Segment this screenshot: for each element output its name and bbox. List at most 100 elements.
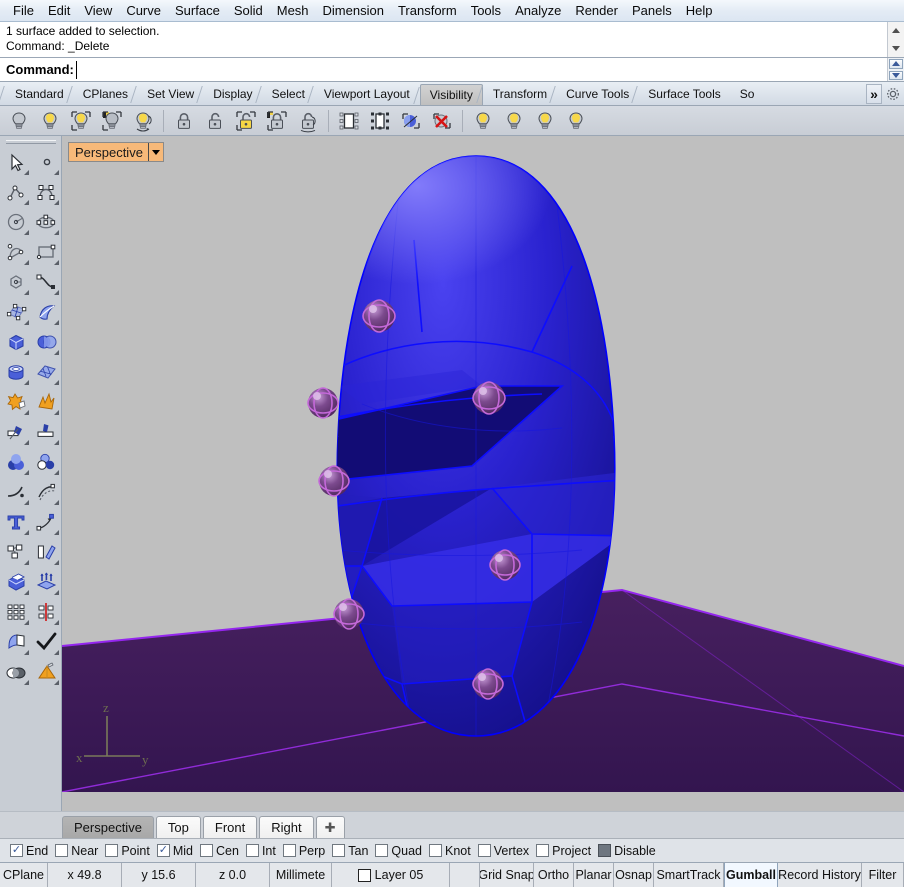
visibility-button-show-control-points[interactable] [396, 108, 426, 134]
palette-unroll-tool[interactable] [1, 627, 31, 657]
osnap-perp[interactable]: Perp [282, 844, 329, 858]
palette-shade-tool[interactable] [1, 657, 31, 687]
toolbar-tab-standard[interactable]: Standard [6, 84, 73, 105]
palette-boolean-difference-tool[interactable] [31, 447, 61, 477]
osnap-checkbox-cen[interactable] [200, 844, 213, 857]
status-toggle-smarttrack[interactable]: SmartTrack [654, 863, 724, 887]
osnap-cen[interactable]: Cen [200, 844, 243, 858]
toolbar-tab-curve-tools[interactable]: Curve Tools [557, 84, 638, 105]
palette-box-tool[interactable] [1, 327, 31, 357]
viewport-tab-top[interactable]: Top [155, 816, 201, 838]
palette-sphere-boolean-tool[interactable] [31, 327, 61, 357]
palette-blast-tool[interactable] [31, 387, 61, 417]
osnap-checkbox-point[interactable] [105, 844, 119, 857]
toolbar-tab-so[interactable]: So [731, 84, 755, 105]
visibility-button-lock-objects[interactable] [169, 108, 199, 134]
palette-check-tool[interactable] [31, 627, 61, 657]
status-toggle-ortho[interactable]: Ortho [534, 863, 574, 887]
toolbar-tab-visibility[interactable]: Visibility [419, 84, 483, 105]
menu-item-dimension[interactable]: Dimension [316, 1, 391, 21]
palette-select-tool[interactable] [1, 147, 31, 177]
osnap-checkbox-perp[interactable] [282, 844, 296, 857]
menu-item-help[interactable]: Help [679, 1, 720, 21]
osnap-quad[interactable]: Quad [375, 844, 426, 858]
status-toggle-record-history[interactable]: Record History [778, 863, 862, 887]
menu-item-panels[interactable]: Panels [625, 1, 679, 21]
menu-item-analyze[interactable]: Analyze [508, 1, 568, 21]
scroll-up-button[interactable] [888, 22, 904, 40]
command-history-scrollbar[interactable] [887, 22, 904, 57]
toolbar-tab-viewport-layout[interactable]: Viewport Layout [315, 84, 419, 105]
visibility-button-unlock-objects[interactable] [200, 108, 230, 134]
visibility-button-hide-objects[interactable] [4, 108, 34, 134]
osnap-checkbox-disable[interactable] [598, 844, 612, 857]
osnap-point[interactable]: Point [105, 844, 154, 858]
visibility-button-bulb-extra-2[interactable] [499, 108, 529, 134]
palette-text-tool[interactable] [1, 507, 31, 537]
visibility-button-hide-control-points[interactable] [427, 108, 457, 134]
command-line-spinner[interactable] [887, 58, 904, 81]
osnap-checkbox-vertex[interactable] [477, 844, 491, 857]
perspective-viewport[interactable]: Perspective z x y [62, 136, 904, 811]
palette-cylinder-tool[interactable] [1, 357, 31, 387]
osnap-checkbox-tan[interactable] [332, 844, 346, 857]
viewport-tab-perspective[interactable]: Perspective [62, 816, 154, 838]
menu-item-surface[interactable]: Surface [168, 1, 227, 21]
palette-split-tool[interactable] [31, 417, 61, 447]
command-history[interactable]: 1 surface added to selection. Command: _… [0, 22, 904, 58]
osnap-int[interactable]: Int [245, 844, 280, 858]
palette-cap-tool[interactable] [1, 567, 31, 597]
palette-arc-tool[interactable] [1, 237, 31, 267]
osnap-vertex[interactable]: Vertex [477, 844, 533, 858]
palette-free-form-curve-tool[interactable] [31, 267, 61, 297]
palette-curve-control-points-tool[interactable] [31, 177, 61, 207]
osnap-checkbox-project[interactable] [536, 844, 550, 857]
palette-point-tool[interactable] [31, 147, 61, 177]
menu-item-view[interactable]: View [77, 1, 119, 21]
palette-array-polar-tool[interactable] [31, 597, 61, 627]
command-spin-up-button[interactable] [889, 59, 903, 69]
palette-fillet-curve-tool[interactable] [1, 477, 31, 507]
status-toggle-gumball[interactable]: Gumball [724, 863, 778, 887]
status-toggle-grid-snap[interactable]: Grid Snap [480, 863, 534, 887]
status-toggle-osnap[interactable]: Osnap [614, 863, 654, 887]
palette-polygon-tool[interactable] [1, 267, 31, 297]
menu-item-tools[interactable]: Tools [464, 1, 508, 21]
menu-item-transform[interactable]: Transform [391, 1, 464, 21]
command-input[interactable] [75, 60, 904, 79]
palette-ellipse-tool[interactable] [31, 207, 61, 237]
osnap-mid[interactable]: ✓ Mid [156, 844, 197, 858]
toolbar-tab-select[interactable]: Select [263, 84, 314, 105]
viewport-tab-right[interactable]: Right [259, 816, 314, 838]
command-spin-down-button[interactable] [889, 70, 903, 80]
viewport-title-button[interactable]: Perspective [68, 142, 164, 162]
menu-item-edit[interactable]: Edit [41, 1, 77, 21]
visibility-button-hide-swap-toggle[interactable] [128, 108, 158, 134]
menu-item-mesh[interactable]: Mesh [270, 1, 316, 21]
toolbar-tab-set-view[interactable]: Set View [138, 84, 203, 105]
toolbar-tab-cplanes[interactable]: CPlanes [74, 84, 137, 105]
toolbar-tab-display[interactable]: Display [204, 84, 261, 105]
palette-surface-sweep-tool[interactable] [31, 297, 61, 327]
palette-mirror-tool[interactable] [31, 537, 61, 567]
palette-scale-tool[interactable] [31, 507, 61, 537]
scroll-down-button[interactable] [888, 39, 904, 57]
osnap-checkbox-quad[interactable] [375, 844, 389, 857]
visibility-button-lock-half[interactable] [262, 108, 292, 134]
visibility-button-lock-swap[interactable] [293, 108, 323, 134]
palette-trim-tool[interactable] [1, 417, 31, 447]
menu-item-render[interactable]: Render [568, 1, 625, 21]
osnap-disable[interactable]: Disable [598, 844, 660, 858]
palette-render-tool[interactable] [31, 657, 61, 687]
visibility-button-bulb-extra-4[interactable] [561, 108, 591, 134]
gear-icon[interactable] [884, 85, 902, 103]
menu-item-file[interactable]: File [6, 1, 41, 21]
chevron-down-icon[interactable] [147, 143, 163, 161]
viewport-tab-front[interactable]: Front [202, 816, 258, 838]
palette-boolean-union-tool[interactable] [1, 447, 31, 477]
osnap-knot[interactable]: Knot [429, 844, 475, 858]
visibility-button-isolate-objects[interactable] [334, 108, 364, 134]
toolbar-tab-transform[interactable]: Transform [484, 84, 556, 105]
menu-item-solid[interactable]: Solid [227, 1, 270, 21]
osnap-project[interactable]: Project [536, 844, 595, 858]
